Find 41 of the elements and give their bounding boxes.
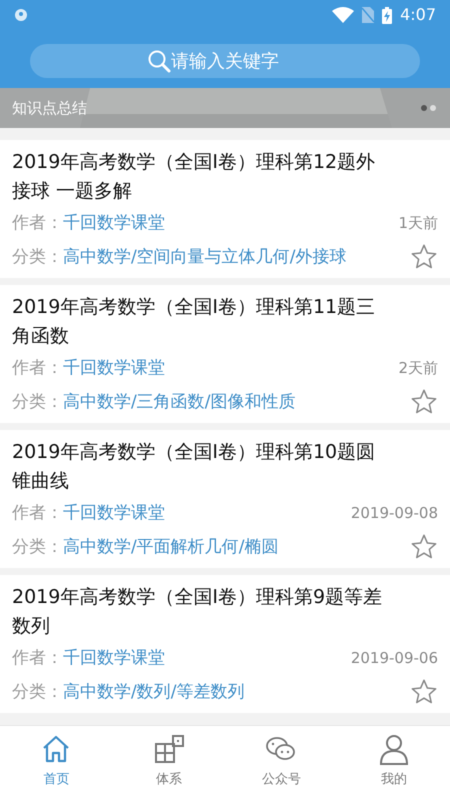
article-title[interactable]: 2019年高考数学（全国I卷）理科第9题等差数列: [12, 583, 392, 641]
author-label: 作者：: [12, 212, 63, 235]
grid-icon: [152, 734, 185, 766]
clock-time: 4:07: [400, 4, 436, 26]
nav-tab[interactable]: 首页: [0, 726, 112, 799]
nav-tab[interactable]: 体系: [112, 726, 225, 799]
banner-caption: 知识点总结: [12, 98, 87, 119]
star-icon[interactable]: [410, 388, 438, 416]
author-label: 作者：: [12, 357, 63, 380]
article-date: 2019-09-08: [350, 503, 438, 524]
category-label: 分类：: [12, 681, 63, 704]
star-icon[interactable]: [410, 533, 438, 561]
author-link[interactable]: 千回数学课堂: [63, 206, 165, 240]
nav-tab[interactable]: 公众号: [225, 726, 338, 799]
article-title[interactable]: 2019年高考数学（全国I卷）理科第10题圆锥曲线: [12, 438, 392, 496]
category-link[interactable]: 高中数学/空间向量与立体几何/外接球: [63, 240, 346, 274]
category-label: 分类：: [12, 536, 63, 559]
author-link[interactable]: 千回数学课堂: [63, 641, 165, 675]
wifi-icon: [332, 7, 354, 23]
article-date: 2019-09-06: [350, 648, 438, 669]
article-date: 1天前: [398, 213, 438, 234]
battery-icon: [382, 6, 392, 24]
no-sim-icon: [362, 7, 374, 23]
nav-tab[interactable]: 我的: [338, 726, 450, 799]
category-link[interactable]: 高中数学/数列/等差数列: [63, 675, 244, 709]
category-link[interactable]: 高中数学/平面解析几何/椭圆: [63, 530, 278, 564]
author-link[interactable]: 千回数学课堂: [63, 496, 165, 530]
author-label: 作者：: [12, 647, 63, 670]
search-field[interactable]: 请输入关键字: [30, 44, 420, 78]
article-title[interactable]: 2019年高考数学（全国I卷）理科第11题三角函数: [12, 293, 392, 351]
star-icon[interactable]: [410, 243, 438, 271]
article-date: 2天前: [398, 358, 438, 379]
category-label: 分类：: [12, 246, 63, 269]
category-label: 分类：: [12, 391, 63, 414]
star-icon[interactable]: [410, 678, 438, 706]
article-title[interactable]: 2019年高考数学（全国I卷）理科第12题外接球 一题多解: [12, 148, 392, 206]
person-icon: [378, 734, 410, 766]
search-icon: [147, 49, 171, 73]
author-link[interactable]: 千回数学课堂: [63, 351, 165, 385]
category-link[interactable]: 高中数学/三角函数/图像和性质: [63, 385, 296, 419]
author-label: 作者：: [12, 502, 63, 525]
